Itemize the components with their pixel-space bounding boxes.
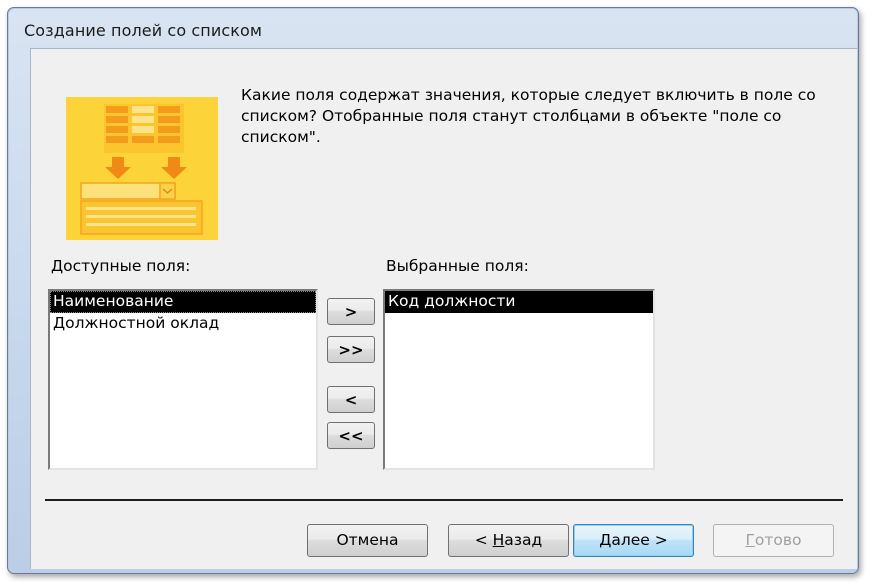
available-fields-label: Доступные поля: xyxy=(51,257,191,275)
next-button-rest: алее > xyxy=(611,531,668,549)
add-field-button[interactable]: > xyxy=(327,298,375,325)
window-title: Создание полей со списком xyxy=(24,21,263,40)
back-button-hotkey: Н xyxy=(492,531,505,549)
selected-fields-label: Выбранные поля: xyxy=(386,257,529,275)
list-item[interactable]: Наименование xyxy=(50,291,316,313)
finish-button-rest: отово xyxy=(754,531,802,549)
back-button[interactable]: < Назад xyxy=(448,524,569,557)
finish-button[interactable]: Готово xyxy=(713,524,834,557)
back-button-rest: азад xyxy=(504,531,543,549)
combo-box-wizard-illustration-icon xyxy=(66,97,218,240)
add-all-fields-button[interactable]: >> xyxy=(327,336,375,363)
available-fields-list[interactable]: Наименование Должностной оклад xyxy=(48,289,318,470)
title-bar[interactable]: Создание полей со списком xyxy=(8,8,858,48)
next-button[interactable]: Далее > xyxy=(573,524,694,557)
selected-fields-list[interactable]: Код должности xyxy=(383,289,655,470)
dialog-client-area: Какие поля содержат значения, которые сл… xyxy=(30,48,857,569)
list-item[interactable]: Должностной оклад xyxy=(50,313,316,335)
next-button-hotkey: Д xyxy=(599,531,612,549)
remove-field-button[interactable]: < xyxy=(327,386,375,413)
remove-all-fields-button[interactable]: << xyxy=(327,422,375,449)
back-button-prefix: < xyxy=(474,531,493,549)
dialog-window: Создание полей со списком Какие поля сод… xyxy=(7,7,859,574)
footer-divider xyxy=(45,499,843,501)
wizard-question-text: Какие поля содержат значения, которые сл… xyxy=(241,86,816,146)
list-item[interactable]: Код должности xyxy=(385,291,653,313)
finish-button-hotkey: Г xyxy=(745,531,755,549)
cancel-button[interactable]: Отмена xyxy=(307,524,428,557)
